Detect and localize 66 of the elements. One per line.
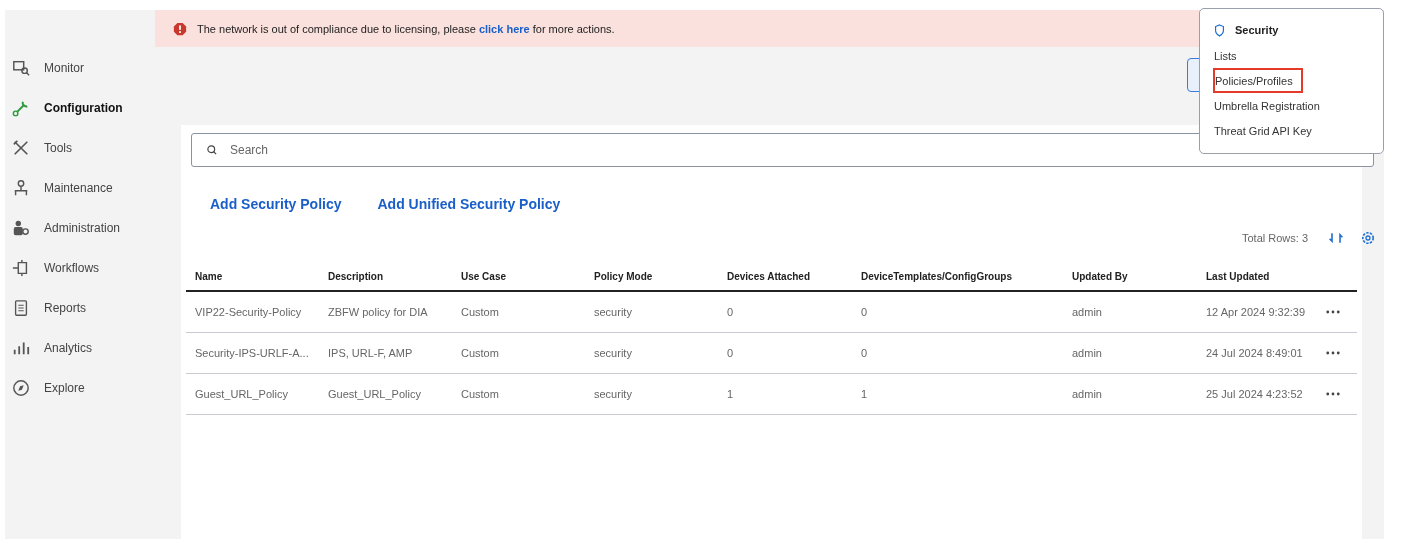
- table-cell-text: Guest_URL_Policy: [328, 388, 422, 400]
- menu-title: Security: [1235, 24, 1279, 36]
- table-cell-text: security: [594, 347, 633, 359]
- more-icon[interactable]: [1326, 351, 1340, 355]
- table-cell-text: 0: [727, 347, 735, 359]
- table-cell-text: Custom: [461, 347, 500, 359]
- add-policy-link[interactable]: Add Unified Security Policy: [377, 196, 561, 212]
- table-cell-text: security: [594, 388, 633, 400]
- nav-item[interactable]: Monitor: [5, 48, 155, 88]
- column-header: Last Updated: [1206, 270, 1271, 282]
- tools-icon: [12, 139, 30, 157]
- table-cell-text: admin: [1072, 388, 1103, 400]
- report-icon: [12, 299, 30, 317]
- nav-item[interactable]: Analytics: [5, 328, 155, 368]
- table-cell-text: 24 Jul 2024 8:49:01: [1206, 347, 1304, 359]
- table-cell-text: 25 Jul 2024 4:23:52: [1206, 388, 1304, 400]
- user-gear-icon: [12, 219, 30, 237]
- menu-item[interactable]: Policies/Profiles: [1213, 68, 1303, 93]
- table-cell-text: Custom: [461, 388, 500, 400]
- compass-icon: [12, 379, 30, 397]
- table-cell-text: Guest_URL_Policy: [195, 388, 289, 400]
- table-cell-text: 0: [727, 306, 735, 318]
- menu-item[interactable]: Lists: [1213, 43, 1238, 68]
- column-header: Use Case: [461, 270, 508, 282]
- warning-icon: [173, 21, 187, 36]
- column-header: Policy Mode: [594, 270, 654, 282]
- column-header: Updated By: [1072, 270, 1129, 282]
- person-network-icon: [12, 179, 30, 197]
- column-header: DeviceTemplates/ConfigGroups: [861, 270, 1013, 282]
- settings-icon[interactable]: [1360, 230, 1376, 246]
- shield-icon: [1214, 23, 1225, 37]
- more-icon[interactable]: [1326, 392, 1340, 396]
- nav-item[interactable]: Tools: [5, 128, 155, 168]
- wrench-icon: [12, 99, 30, 117]
- add-policy-link[interactable]: Add Security Policy: [210, 196, 342, 212]
- nav-item[interactable]: Configuration: [5, 88, 155, 128]
- table-cell-text: IPS, URL-F, AMP: [328, 347, 414, 359]
- table-cell-text: 0: [861, 347, 869, 359]
- nav-item[interactable]: Maintenance: [5, 168, 155, 208]
- nav-item[interactable]: Explore: [5, 368, 155, 408]
- table-cell-text: ZBFW policy for DIA: [328, 306, 429, 318]
- refresh-icon[interactable]: [1328, 230, 1344, 246]
- column-header: Description: [328, 270, 384, 282]
- banner-message: The network is out of compliance due to licensing, please click here for more actions.: [197, 22, 615, 35]
- column-header: Name: [195, 270, 224, 282]
- table-cell-text: 1: [861, 388, 869, 400]
- table-cell-text: security: [594, 306, 633, 318]
- nav-item[interactable]: Workflows: [5, 248, 155, 288]
- monitor-search-icon: [12, 59, 30, 77]
- menu-item[interactable]: Umbrella Registration: [1213, 93, 1321, 118]
- workflow-icon: [12, 259, 30, 277]
- click-here-link[interactable]: click here: [478, 22, 530, 35]
- table-cell-text: 1: [727, 388, 735, 400]
- table-cell-text: 12 Apr 2024 9:32:39: [1206, 306, 1307, 318]
- nav-item[interactable]: Administration: [5, 208, 155, 248]
- table-cell-text: admin: [1072, 306, 1103, 318]
- table-cell-text: VIP22-Security-Policy: [195, 306, 303, 318]
- nav-item[interactable]: Reports: [5, 288, 155, 328]
- table-cell-text: Security-IPS-URLF-A...: [195, 347, 310, 359]
- more-icon[interactable]: [1326, 310, 1340, 314]
- column-header: Devices Attached: [727, 270, 811, 282]
- table-cell-text: 0: [861, 306, 869, 318]
- total-rows: Total Rows: 3: [1241, 232, 1308, 244]
- search-icon: [206, 144, 218, 156]
- table-cell-text: Custom: [461, 306, 500, 318]
- table-cell-text: admin: [1072, 347, 1103, 359]
